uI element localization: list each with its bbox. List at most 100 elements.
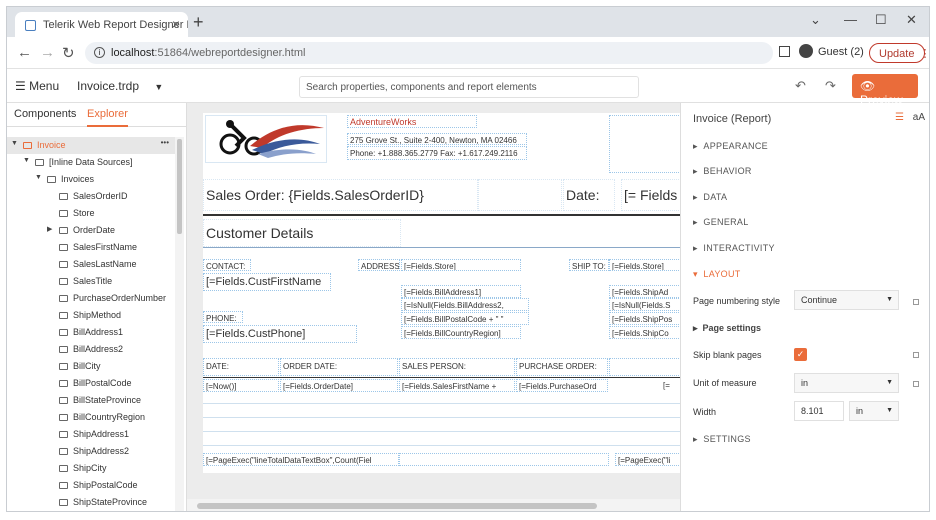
tree-item[interactable]: BillAddress2 — [7, 341, 175, 358]
section-appearance[interactable]: ▸ APPEARANCE — [693, 141, 768, 152]
sales-order-title[interactable]: Sales Order: {Fields.SalesOrderID} — [203, 179, 478, 211]
val-now[interactable]: [=Now()] — [203, 379, 279, 392]
tree-item[interactable]: BillPostalCode — [7, 375, 175, 392]
bill-address2-field[interactable]: [=IsNull(Fields.BillAddress2, — [401, 298, 529, 311]
tree-item[interactable]: ShipPostalCode — [7, 477, 175, 494]
phone-field[interactable]: [=Fields.CustPhone] — [203, 325, 357, 343]
close-window-icon[interactable]: ✕ — [906, 12, 917, 28]
reset-square-icon[interactable] — [913, 381, 919, 387]
tree-item[interactable]: ▼ Invoices — [7, 171, 175, 188]
width-input[interactable]: 8.101 — [794, 401, 844, 421]
redo-icon[interactable]: ↷ — [825, 78, 836, 94]
tree-item[interactable]: SalesLastName — [7, 256, 175, 273]
ship-to-label[interactable]: SHIP TO: — [569, 259, 609, 271]
sort-categories-icon[interactable]: ☰ — [895, 112, 904, 123]
address-label[interactable]: ADDRESS: — [358, 259, 400, 271]
tree-item[interactable]: BillCountryRegion — [7, 409, 175, 426]
ship-store-field[interactable]: [=Fields.Store] — [609, 259, 680, 271]
company-address[interactable]: 275 Grove St., Suite 2-400, Newton, MA 0… — [347, 133, 527, 145]
tree-item[interactable]: SalesFirstName — [7, 239, 175, 256]
sort-alpha-icon[interactable]: aA — [913, 112, 925, 123]
minimize-icon[interactable]: — — [844, 12, 857, 27]
tree-item[interactable]: ShipStateProvince — [7, 494, 175, 511]
expand-icon[interactable]: ▶ — [47, 225, 52, 233]
tab-components[interactable]: Components — [14, 108, 76, 120]
title-spacer[interactable] — [478, 179, 562, 211]
maximize-icon[interactable]: ☐ — [875, 12, 887, 28]
bill-postal-field[interactable]: [=Fields.BillPostalCode + " " — [401, 312, 529, 325]
page-numbering-select[interactable]: Continue ▼ — [794, 290, 899, 310]
profile-button[interactable]: Guest (2) — [799, 44, 864, 58]
tree-scrollbar[interactable] — [175, 137, 184, 511]
collapse-icon[interactable]: ▼ — [23, 157, 30, 164]
company-phone[interactable]: Phone: +1.888.365.2779 Fax: +1.617.249.2… — [347, 146, 527, 160]
tab-search-chevron-icon[interactable]: ⌄ — [810, 12, 821, 28]
tree-item[interactable]: ShipAddress1 — [7, 426, 175, 443]
tree-item[interactable]: ShipCity — [7, 460, 175, 477]
col-date[interactable]: DATE: — [203, 358, 279, 376]
contact-label[interactable]: CONTACT: — [203, 259, 251, 271]
section-behavior[interactable]: ▸ BEHAVIOR — [693, 166, 752, 177]
back-icon[interactable]: ← — [17, 44, 32, 61]
col-extra[interactable] — [609, 358, 680, 376]
tree-item[interactable]: ShipMethod — [7, 307, 175, 324]
store-field[interactable]: [=Fields.Store] — [401, 259, 521, 271]
search-input[interactable]: Search properties, components and report… — [299, 76, 639, 98]
customer-details-heading[interactable]: Customer Details — [203, 219, 401, 247]
val-trailing[interactable]: [= — [661, 379, 680, 392]
header-box[interactable] — [609, 115, 680, 173]
preview-button[interactable]: 👁 Preview — [852, 74, 918, 107]
date-field[interactable]: [= Fields — [621, 179, 680, 211]
collapse-icon[interactable]: ▼ — [35, 174, 42, 181]
url-field[interactable]: i localhost:51864/webreportdesigner.html — [85, 42, 773, 64]
page-settings-row[interactable]: ▸ Page settings — [693, 323, 761, 334]
close-tab-icon[interactable]: × — [172, 16, 180, 32]
tree-scroll-thumb[interactable] — [177, 139, 182, 234]
menu-button[interactable]: ☰ Menu — [15, 79, 59, 93]
tree-item[interactable]: ▼ Invoice ••• — [7, 137, 175, 154]
tree-item[interactable]: ▼ [Inline Data Sources] — [7, 154, 175, 171]
reset-square-icon[interactable] — [913, 352, 919, 358]
tree-item[interactable]: ▶ OrderDate — [7, 222, 175, 239]
footer-right-field[interactable]: [=PageExec("li — [615, 453, 680, 466]
section-layout[interactable]: ▾ LAYOUT — [693, 269, 741, 280]
val-purchase-order[interactable]: [=Fields.PurchaseOrd — [516, 379, 608, 392]
date-label[interactable]: Date: — [563, 179, 615, 211]
tree-item[interactable]: PurchaseOrderNumber — [7, 290, 175, 307]
reload-icon[interactable]: ↻ — [62, 44, 75, 62]
phone-label[interactable]: PHONE: — [203, 311, 243, 323]
unit-select[interactable]: in ▼ — [794, 373, 899, 393]
section-settings[interactable]: ▸ SETTINGS — [693, 434, 751, 445]
section-general[interactable]: ▸ GENERAL — [693, 217, 749, 228]
tree-item[interactable]: BillCity — [7, 358, 175, 375]
ship-address2-field[interactable]: [=IsNull(Fields.S — [609, 298, 680, 311]
col-purchase-order[interactable]: PURCHASE ORDER: — [516, 358, 608, 376]
tree-item[interactable]: BillAddress1 — [7, 324, 175, 341]
val-order-date[interactable]: [=Fields.OrderDate] — [280, 379, 398, 392]
skip-blank-checkbox[interactable]: ✓ — [794, 348, 807, 361]
contact-field[interactable]: [=Fields.CustFirstName — [203, 273, 331, 291]
val-sales-first[interactable]: [=Fields.SalesFirstName + — [399, 379, 515, 392]
undo-icon[interactable]: ↶ — [795, 78, 806, 94]
canvas-scrollbar[interactable] — [187, 499, 680, 511]
ship-address1-field[interactable]: [=Fields.ShipAd — [609, 285, 680, 298]
footer-left-field[interactable]: [=PageExec("lineTotalDataTextBox",Count(… — [203, 453, 399, 466]
forward-icon[interactable]: → — [40, 44, 55, 61]
logo-picture[interactable] — [205, 115, 327, 163]
site-info-icon[interactable]: i — [94, 47, 105, 58]
bill-address1-field[interactable]: [=Fields.BillAddress1] — [401, 285, 521, 298]
more-options-icon[interactable]: ••• — [161, 138, 169, 147]
tab-explorer[interactable]: Explorer — [87, 108, 128, 127]
bill-country-field[interactable]: [=Fields.BillCountryRegion] — [401, 326, 521, 339]
ship-postal-field[interactable]: [=Fields.ShipPos — [609, 312, 680, 325]
collapse-icon[interactable]: ▼ — [11, 140, 18, 147]
section-interactivity[interactable]: ▸ INTERACTIVITY — [693, 243, 775, 254]
footer-spacer[interactable] — [399, 453, 609, 466]
width-unit-select[interactable]: in ▼ — [849, 401, 899, 421]
new-tab-button[interactable]: + — [193, 12, 204, 33]
tree-item[interactable]: SalesTitle — [7, 273, 175, 290]
browser-tab[interactable]: Telerik Web Report Designer Der × — [15, 12, 188, 37]
tree-item[interactable]: BillStateProvince — [7, 392, 175, 409]
company-name[interactable]: AdventureWorks — [347, 115, 477, 128]
sidebar-toggle-icon[interactable] — [779, 46, 790, 57]
